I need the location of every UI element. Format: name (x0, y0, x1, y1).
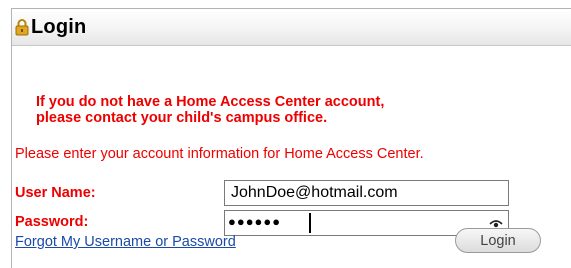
panel-header: Login (12, 9, 571, 46)
username-label: User Name: (15, 185, 96, 201)
no-account-notice: If you do not have a Home Access Center … (36, 94, 556, 126)
notice-line-1: If you do not have a Home Access Center … (36, 94, 385, 110)
panel-title: Login (31, 16, 87, 38)
password-mask: ●●●●●● (228, 214, 282, 229)
notice-line-2: please contact your child's campus offic… (36, 110, 328, 126)
username-input[interactable] (224, 180, 509, 206)
lock-icon (15, 19, 29, 36)
text-caret (309, 213, 311, 233)
login-button[interactable]: Login (455, 228, 541, 253)
login-instructions: Please enter your account information fo… (15, 146, 424, 162)
password-label: Password: (15, 214, 89, 230)
forgot-credentials-link[interactable]: Forgot My Username or Password (15, 234, 236, 250)
